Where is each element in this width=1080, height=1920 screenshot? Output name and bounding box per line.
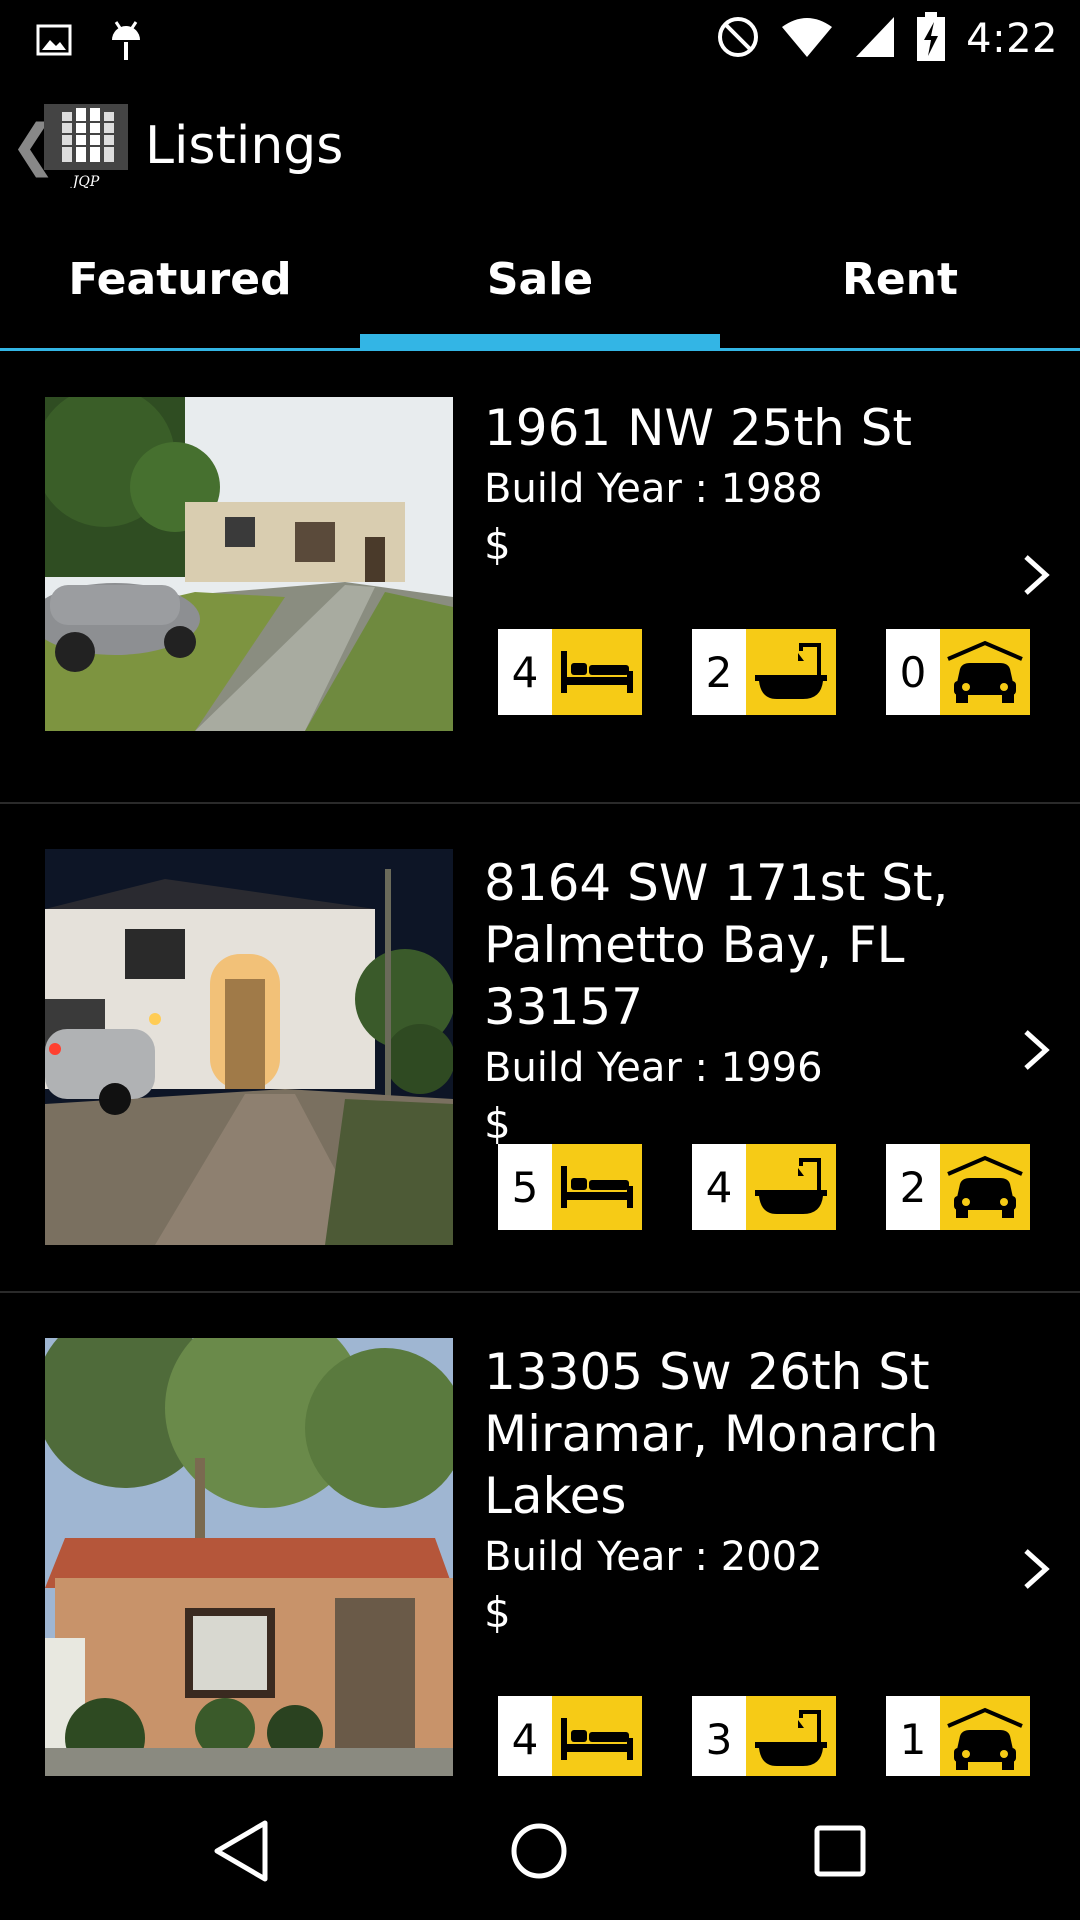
listing-address: 8164 SW 171st St, Palmetto Bay, FL 33157: [484, 854, 949, 1036]
system-nav-bar: [0, 1776, 1080, 1920]
garage-count: 0: [886, 629, 940, 715]
wifi-icon: [780, 15, 834, 63]
garage-badge: 2: [886, 1144, 1030, 1230]
cell-signal-icon: [854, 15, 896, 63]
bed-icon: [552, 1144, 642, 1230]
bed-icon: [552, 1696, 642, 1776]
clock: 4:22: [966, 16, 1058, 62]
tab-sale[interactable]: Sale: [360, 222, 720, 350]
listing-build-year: Build Year : 1996: [484, 1045, 823, 1091]
baths-badge: 2: [692, 629, 836, 715]
listing-info: 13305 Sw 26th St Miramar, Monarch Lakes …: [484, 1341, 1044, 1641]
bed-icon: [552, 629, 642, 715]
status-bar: 4:22: [0, 0, 1080, 78]
beds-count: 4: [498, 629, 552, 715]
chevron-right-icon[interactable]: [1022, 551, 1050, 607]
baths-badge: 3: [692, 1696, 836, 1776]
listing-row[interactable]: 13305 Sw 26th St Miramar, Monarch Lakes …: [0, 1293, 1080, 1776]
garage-badge: 1: [886, 1696, 1030, 1776]
listing-row[interactable]: 8164 SW 171st St, Palmetto Bay, FL 33157…: [0, 804, 1080, 1291]
garage-car-icon: [940, 1696, 1030, 1776]
bathtub-icon: [746, 1144, 836, 1230]
tab-bar: Featured Sale Rent: [0, 222, 1080, 350]
chevron-right-icon[interactable]: [1022, 1026, 1050, 1082]
bathtub-icon: [746, 629, 836, 715]
battery-charging-icon: [916, 12, 946, 66]
listing-build-year: Build Year : 1988: [484, 466, 823, 512]
garage-badge: 0: [886, 629, 1030, 715]
beds-count: 4: [498, 1696, 552, 1776]
page-title: Listings: [145, 116, 344, 176]
android-debug-icon: [108, 18, 144, 66]
app-bar: ❮ JQP Listings: [0, 78, 1080, 222]
image-icon: [36, 22, 72, 62]
beds-badge: 4: [498, 1696, 642, 1776]
listing-build-year: Build Year : 2002: [484, 1534, 823, 1580]
listing-info: 8164 SW 171st St, Palmetto Bay, FL 33157…: [484, 852, 1044, 1152]
listing-photo: [45, 1338, 453, 1776]
app-logo[interactable]: JQP: [44, 104, 128, 190]
tab-featured[interactable]: Featured: [0, 222, 360, 350]
listing-address: 13305 Sw 26th St Miramar, Monarch Lakes: [484, 1343, 939, 1525]
beds-count: 5: [498, 1144, 552, 1230]
baths-count: 2: [692, 629, 746, 715]
listing-photo: [45, 397, 453, 731]
beds-badge: 4: [498, 629, 642, 715]
baths-count: 4: [692, 1144, 746, 1230]
listing-row[interactable]: 1961 NW 25th St Build Year : 1988 $ 4 2 …: [0, 351, 1080, 802]
do-not-disturb-icon: [716, 15, 760, 63]
nav-home-icon[interactable]: [494, 1806, 584, 1896]
garage-count: 2: [886, 1144, 940, 1230]
tab-rent[interactable]: Rent: [720, 222, 1080, 350]
listing-price: $: [484, 520, 511, 569]
garage-count: 1: [886, 1696, 940, 1776]
chevron-right-icon[interactable]: [1022, 1545, 1050, 1601]
listing-photo: [45, 849, 453, 1245]
nav-recents-icon[interactable]: [795, 1806, 885, 1896]
baths-count: 3: [692, 1696, 746, 1776]
listing-info: 1961 NW 25th St Build Year : 1988 $: [484, 397, 1044, 573]
garage-car-icon: [940, 1144, 1030, 1230]
garage-car-icon: [940, 629, 1030, 715]
beds-badge: 5: [498, 1144, 642, 1230]
nav-back-icon[interactable]: [196, 1806, 286, 1896]
baths-badge: 4: [692, 1144, 836, 1230]
listing-price: $: [484, 1588, 511, 1637]
listing-address: 1961 NW 25th St: [484, 399, 913, 457]
bathtub-icon: [746, 1696, 836, 1776]
logo-text: JQP: [70, 174, 100, 188]
